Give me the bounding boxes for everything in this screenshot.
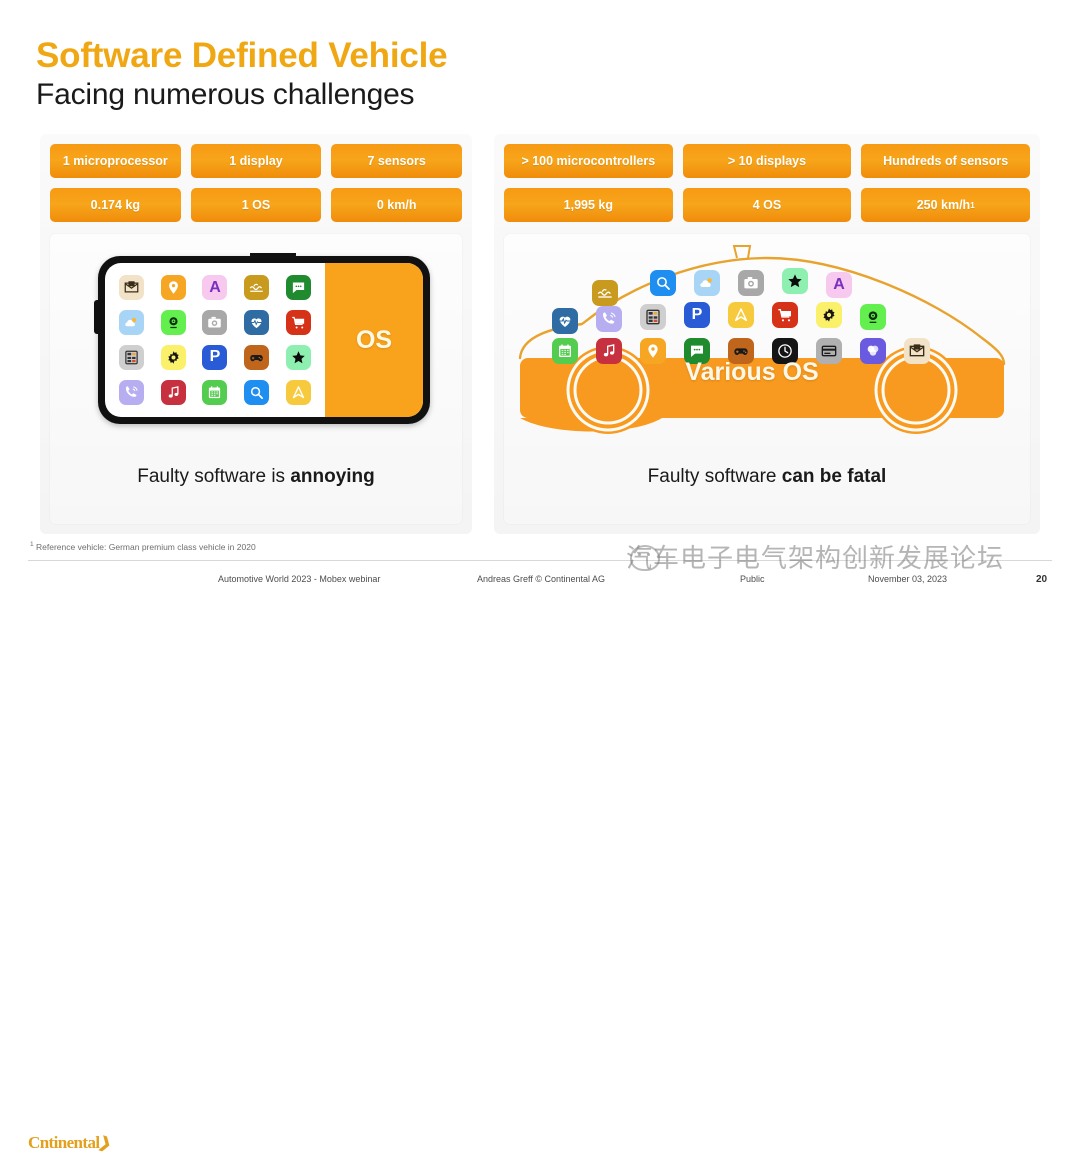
navigation-arrow-icon[interactable] [728, 302, 754, 328]
gamepad-icon[interactable] [244, 344, 270, 370]
slide-canvas: Software Defined Vehicle Facing numerous… [0, 0, 1080, 1153]
parking-icon[interactable]: P [684, 302, 710, 328]
phone-app-grid: AP [105, 263, 325, 417]
webcam-icon[interactable] [860, 304, 886, 330]
footnote: 1 Reference vehicle: German premium clas… [30, 541, 256, 552]
continental-logo: Cntinental❯ [28, 1133, 113, 1153]
stat-badge: 4 OS [682, 188, 852, 222]
shopping-cart-icon[interactable] [772, 302, 798, 328]
left-badges-row-1: 1 microprocessor 1 display 7 sensors [50, 144, 463, 178]
stat-badge: > 100 microcontrollers [504, 144, 673, 178]
parking-icon[interactable]: P [202, 344, 228, 370]
watermark-face-icon [630, 545, 660, 571]
calendar-icon[interactable] [202, 379, 228, 405]
car-app-cluster: AP [534, 258, 954, 364]
footer-author: Andreas Greff © Continental AG [477, 574, 606, 584]
music-icon[interactable] [596, 338, 622, 364]
continental-logo-text: ntinental [39, 1133, 100, 1152]
left-caption: Faulty software is annoying [50, 466, 462, 488]
stat-badge: Hundreds of sensors [861, 144, 1031, 178]
stat-badge: 7 sensors [331, 144, 463, 178]
settings-gear-icon[interactable] [816, 302, 842, 328]
shopping-cart-icon[interactable] [286, 310, 312, 336]
badge-footnote-marker: 1 [970, 200, 975, 210]
right-badges-row-1: > 100 microcontrollers > 10 displays Hundr… [504, 144, 1031, 178]
right-caption-prefix: Faulty software [647, 466, 782, 487]
stat-badge: 1 OS [190, 188, 322, 222]
left-caption-prefix: Faulty software is [137, 466, 291, 487]
phone-side-button [94, 300, 98, 334]
left-panel: 1 microprocessor 1 display 7 sensors 0.174… [40, 134, 472, 534]
left-badges-row-2: 0.174 kg 1 OS 0 km/h [50, 188, 463, 222]
footer-divider [28, 560, 1052, 561]
settings-gear-icon[interactable] [160, 344, 186, 370]
phone-screen: AP OS [105, 263, 423, 417]
search-icon[interactable] [650, 270, 676, 296]
phone-ring-icon[interactable] [596, 306, 622, 332]
search-icon[interactable] [244, 379, 270, 405]
weather-icon[interactable] [118, 310, 144, 336]
footer-date: November 03, 2023 [868, 574, 948, 584]
mail-icon[interactable] [904, 338, 930, 364]
car-illustration: AP Various OS [512, 240, 1012, 445]
camera-icon[interactable] [738, 270, 764, 296]
left-illustration-card: AP OS Faulty software is annoying [50, 234, 462, 524]
stat-badge: 1,995 kg [504, 188, 673, 222]
stat-badge: 0 km/h [331, 188, 463, 222]
right-panel: > 100 microcontrollers > 10 displays Hundr… [494, 134, 1040, 534]
webcam-icon[interactable] [160, 310, 186, 336]
weather-icon[interactable] [694, 270, 720, 296]
page-subtitle: Facing numerous challenges [36, 78, 415, 111]
slide-footer: Cntinental❯ Automotive World 2023 - Mobe… [0, 565, 1080, 1153]
wave-icon[interactable] [592, 280, 618, 306]
health-icon[interactable] [552, 308, 578, 334]
footer-page-number: 20 [1036, 574, 1048, 585]
phone-ring-icon[interactable] [118, 379, 144, 405]
phone-os-block: OS [325, 263, 423, 417]
footnote-marker: 1 [30, 541, 34, 548]
wave-icon[interactable] [244, 275, 270, 301]
favorites-star-icon[interactable] [286, 344, 312, 370]
stat-badge: 1 microprocessor [50, 144, 181, 178]
stat-badge: 0.174 kg [50, 188, 181, 222]
footer-classification: Public [740, 574, 765, 584]
stat-badge: 250 km/h 1 [861, 188, 1031, 222]
navigation-arrow-icon[interactable] [286, 379, 312, 405]
phone-notch [250, 253, 296, 261]
car-os-label: Various OS [685, 358, 819, 386]
stat-badge: 1 display [190, 144, 322, 178]
stat-badge: > 10 displays [682, 144, 852, 178]
font-icon[interactable]: A [202, 275, 228, 301]
font-icon[interactable]: A [826, 272, 852, 298]
health-icon[interactable] [244, 310, 270, 336]
calculator-icon[interactable] [640, 304, 666, 330]
right-illustration-card: AP Various OS Faulty software can be fat… [504, 234, 1030, 524]
right-caption: Faulty software can be fatal [504, 466, 1030, 488]
footnote-text: Reference vehicle: German premium class … [36, 541, 256, 552]
calendar-icon[interactable] [552, 338, 578, 364]
mail-icon[interactable] [118, 275, 144, 301]
chat-icon[interactable] [286, 275, 312, 301]
music-icon[interactable] [160, 379, 186, 405]
favorites-star-icon[interactable] [782, 268, 808, 294]
calculator-icon[interactable] [118, 344, 144, 370]
continental-logo-c: C [28, 1133, 40, 1152]
right-badges-row-2: 1,995 kg 4 OS 250 km/h 1 [504, 188, 1031, 222]
footer-event: Automotive World 2023 - Mobex webinar [218, 574, 381, 584]
right-caption-emphasis: can be fatal [781, 466, 887, 487]
left-caption-emphasis: annoying [290, 466, 375, 487]
camera-icon[interactable] [202, 310, 228, 336]
map-pin-icon[interactable] [160, 275, 186, 301]
smartphone-illustration: AP OS [94, 253, 430, 424]
page-title: Software Defined Vehicle [36, 36, 448, 75]
